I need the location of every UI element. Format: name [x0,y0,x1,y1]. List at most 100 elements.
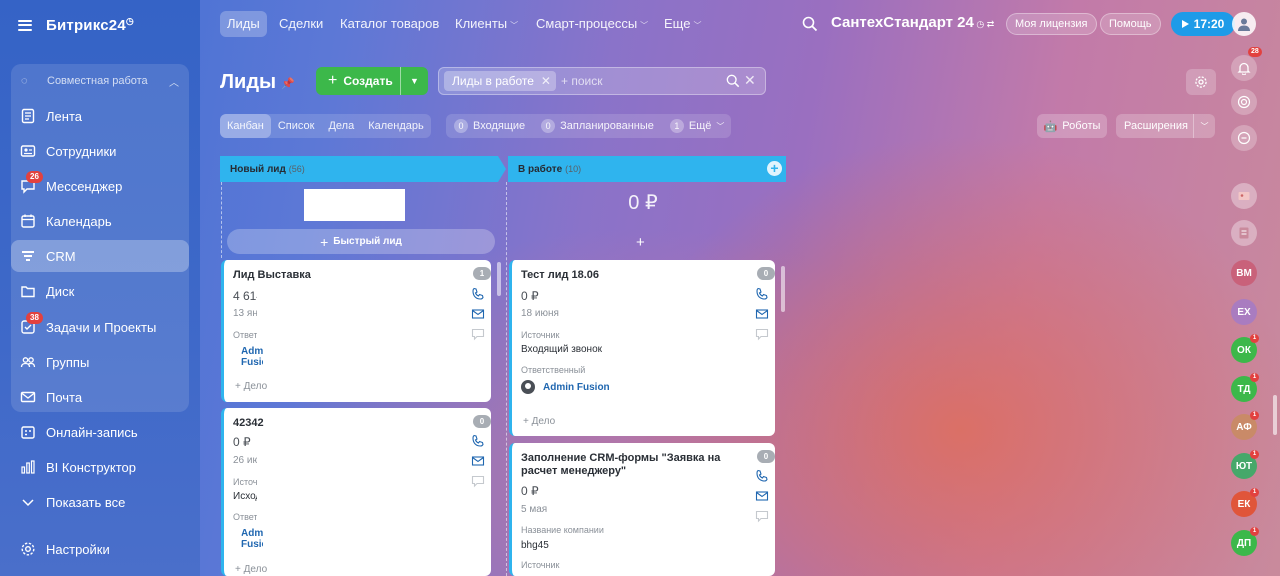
activity-stream-button[interactable] [1231,89,1257,115]
extensions-button[interactable]: Расширения ﹀ [1116,114,1215,138]
robots-button[interactable]: 🤖 Роботы [1037,114,1107,138]
clear-icon[interactable]: ✕ [744,72,756,89]
view-kanban[interactable]: Канбан [220,114,271,138]
lead-card[interactable]: 42342 0 0 ₽ 26 июня Источник Исходящий з… [221,408,491,576]
search-icon[interactable] [726,74,740,88]
sidebar-item-mail[interactable]: Почта [11,381,189,413]
add-card-icon[interactable]: + [636,234,645,251]
avatar[interactable]: ЕК 1 [1231,488,1259,517]
sidebar-item-groups[interactable]: Группы [11,346,189,378]
search-rail-button[interactable] [1231,125,1257,151]
tab-clients[interactable]: Клиенты ﹀ [448,11,525,37]
view-activities[interactable]: Дела [321,114,361,138]
counter-num: 1 [669,119,684,133]
avatar[interactable]: ДП 1 [1231,527,1259,556]
close-icon[interactable]: ✕ [541,71,551,91]
avatar[interactable]: ЮТ 1 [1231,450,1259,479]
email-icon[interactable] [471,454,485,468]
sidebar-item-crm[interactable]: CRM [11,240,189,272]
kanban-settings-button[interactable] [1186,69,1216,95]
avatar[interactable]: ТД 1 [1231,373,1259,402]
column-header-new-lead[interactable]: Новый лид (56) [220,156,506,182]
unread-badge: 1 [1250,488,1259,497]
lead-card[interactable]: Заполнение CRM-формы "Заявка на расчет м… [509,443,775,576]
comment-icon[interactable] [755,509,769,523]
worktime-button[interactable]: 17:20 [1171,12,1235,36]
counter-planned[interactable]: 0 Запланированные [541,119,654,133]
filter-chip[interactable]: Лиды в работе ✕ [444,71,556,91]
group-header[interactable]: ◌ Совместная работа ︿ [21,73,179,89]
sidebar-item-tasks[interactable]: 38 Задачи и Проекты [11,311,189,343]
chevron-down-icon[interactable]: ﹀ [1193,114,1215,138]
sidebar-item-messenger[interactable]: 26 Мессенджер [11,170,189,202]
email-icon[interactable] [471,307,485,321]
sidebar-item-feed[interactable]: Лента [11,100,189,132]
card-title[interactable]: Тест лид 18.06 [521,269,599,282]
tab-leads[interactable]: Лиды [220,11,267,37]
card-responsible[interactable]: Admin Fusion [233,346,263,368]
email-icon[interactable] [755,489,769,503]
chevron-up-icon[interactable]: ︿ [169,74,179,89]
quick-lead-button[interactable]: + Быстрый лид [227,229,495,254]
chevron-down-icon: ﹀ [716,121,725,131]
search-icon[interactable] [802,16,818,32]
counter-more[interactable]: 1 Ещё ﹀ [669,119,725,133]
filter-search-box[interactable]: Лиды в работе✕ ✕ [438,67,766,95]
menu-burger-icon[interactable] [18,19,32,31]
pin-icon[interactable]: 📌 [281,77,295,90]
help-button[interactable]: Помощь [1100,13,1161,35]
comment-icon[interactable] [471,327,485,341]
logo[interactable]: Битрикс24◷ [46,16,134,34]
add-column-icon[interactable]: + [767,161,782,176]
tab-catalog[interactable]: Каталог товаров [333,11,446,37]
counter-incoming[interactable]: 0 Входящие [454,119,525,133]
avatar[interactable]: ОК 1 [1231,334,1259,363]
sidebar-item-employees[interactable]: Сотрудники [11,135,189,167]
my-license-button[interactable]: Моя лицензия [1006,13,1097,35]
phone-icon[interactable] [755,469,769,483]
card-title[interactable]: Лид Выставка [233,269,311,282]
email-icon[interactable] [755,307,769,321]
search-input[interactable] [561,72,721,90]
column-scrollbar[interactable] [781,266,785,312]
tab-smart-processes[interactable]: Смарт-процессы ﹀ [529,11,655,37]
column-scrollbar[interactable] [497,262,501,296]
add-activity-link[interactable]: + Дело [235,564,267,575]
lead-card[interactable]: Тест лид 18.06 0 0 ₽ 18 июня Источник Вх… [509,260,775,436]
card-title[interactable]: 42342 [233,417,264,430]
sidebar-item-disk[interactable]: Диск [11,275,189,307]
comment-icon[interactable] [755,327,769,341]
phone-icon[interactable] [755,287,769,301]
tab-deals[interactable]: Сделки [272,11,330,37]
rail-scrollbar[interactable] [1273,395,1277,435]
add-activity-link[interactable]: + Дело [235,381,267,392]
user-avatar[interactable] [1232,12,1256,36]
add-activity-link[interactable]: + Дело [523,416,555,427]
view-list[interactable]: Список [271,114,322,138]
avatar[interactable]: EX [1231,299,1257,325]
counters-bar: 0 Входящие 0 Запланированные 1 Ещё ﹀ [446,114,731,138]
notifications-button[interactable]: 28 [1231,47,1262,81]
avatar[interactable]: АФ 1 [1231,411,1259,440]
chevron-down-icon[interactable]: ▼ [400,67,428,95]
card-responsible[interactable]: Admin Fusion [521,380,610,394]
company-name[interactable]: СантехСтандарт 24 ◷ ⇄ [831,14,994,31]
create-button[interactable]: + Создать ▼ [316,67,428,95]
lead-card[interactable]: Лид Выставка 1 4 614 13 янв Ответственны… [221,260,491,402]
sidebar-item-bi[interactable]: BI Конструктор [11,451,189,483]
sidebar-item-settings[interactable]: Настройки [11,533,189,565]
sidebar-item-show-all[interactable]: Показать все [11,486,189,518]
column-header-in-progress[interactable]: В работе (10) [508,156,786,182]
phone-icon[interactable] [471,287,485,301]
comment-icon[interactable] [471,474,485,488]
avatar[interactable]: BM [1231,260,1257,286]
card-title[interactable]: Заполнение CRM-формы "Заявка на расчет м… [521,452,753,478]
card-responsible[interactable]: Admin Fusion [233,528,263,550]
phone-icon[interactable] [471,434,485,448]
calendar-rail-button[interactable] [1231,220,1257,246]
sidebar-item-calendar[interactable]: Календарь [11,205,189,237]
view-calendar[interactable]: Календарь [361,114,431,138]
tab-more[interactable]: Еще ﹀ [657,11,708,37]
contact-card-button[interactable] [1231,183,1257,209]
sidebar-item-booking[interactable]: Онлайн-запись [11,416,189,448]
